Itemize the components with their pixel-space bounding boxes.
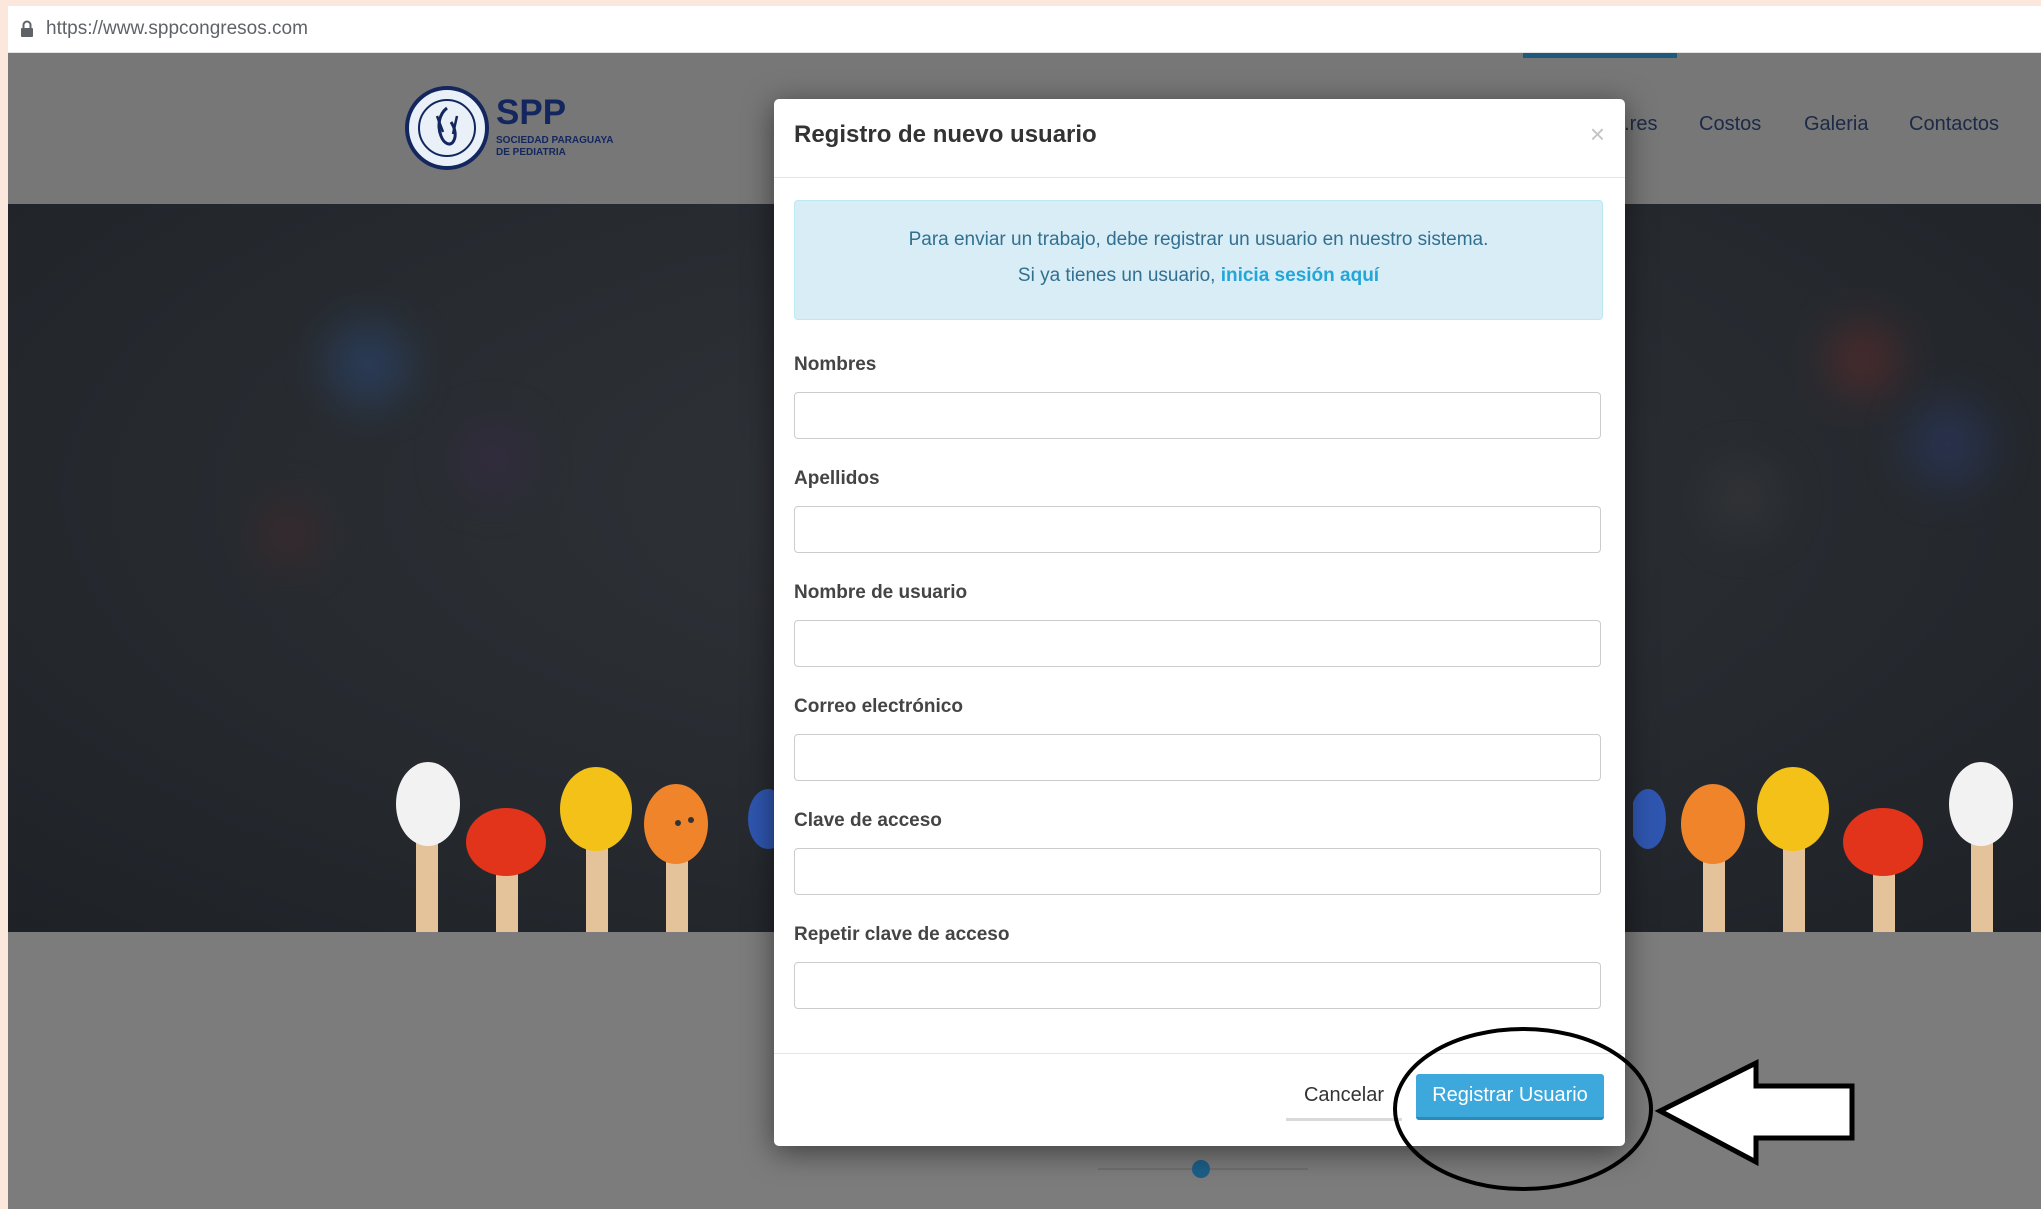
modal-header: Registro de nuevo usuario × [774,99,1625,178]
modal-title: Registro de nuevo usuario [794,121,1097,148]
username-input[interactable] [794,620,1601,667]
painted-hands-left-image [396,762,788,932]
nombres-label: Nombres [794,354,877,375]
repeat-password-input[interactable] [794,962,1601,1009]
info-text-prefix: Si ya tienes un usuario, [1017,265,1221,286]
spp-logo[interactable]: SPP SOCIEDAD PARAGUAYA DE PEDIATRIA [405,86,665,176]
url-text[interactable]: https://www.sppcongresos.com [46,18,308,40]
apellidos-label: Apellidos [794,468,880,489]
register-modal: Registro de nuevo usuario × Para enviar … [774,99,1625,1146]
repeat-password-label: Repetir clave de acceso [794,924,1010,945]
password-label: Clave de acceso [794,810,942,831]
nav-active-indicator [1523,53,1677,58]
info-alert: Para enviar un trabajo, debe registrar u… [794,200,1603,320]
email-input[interactable] [794,734,1601,781]
nav-item-contactos[interactable]: Contactos [1909,113,1999,136]
email-label: Correo electrónico [794,696,963,717]
cancel-button[interactable]: Cancelar [1286,1072,1402,1121]
apellidos-input[interactable] [794,506,1601,553]
close-icon[interactable]: × [1590,119,1605,150]
login-link[interactable]: inicia sesión aquí [1221,265,1379,286]
slider-dot[interactable] [1192,1160,1210,1178]
logo-title: SPP [496,93,567,132]
info-text-line1: Para enviar un trabajo, debe registrar u… [908,229,1489,250]
spp-seal-icon [405,86,489,170]
nav-item-galeria[interactable]: Galeria [1804,113,1868,136]
nombres-input[interactable] [794,392,1601,439]
modal-footer-divider [774,1053,1625,1054]
info-text-line2: Si ya tienes un usuario, inicia sesión a… [795,265,1602,287]
logo-subtitle: SOCIEDAD PARAGUAYA DE PEDIATRIA [496,135,614,158]
username-label: Nombre de usuario [794,582,968,603]
register-user-button[interactable]: Registrar Usuario [1416,1074,1604,1120]
address-bar[interactable]: https://www.sppcongresos.com [8,6,2041,53]
nav-item-costos[interactable]: Costos [1699,113,1761,136]
password-input[interactable] [794,848,1601,895]
lock-icon [21,20,33,37]
painted-hands-right-image [1633,762,2013,932]
